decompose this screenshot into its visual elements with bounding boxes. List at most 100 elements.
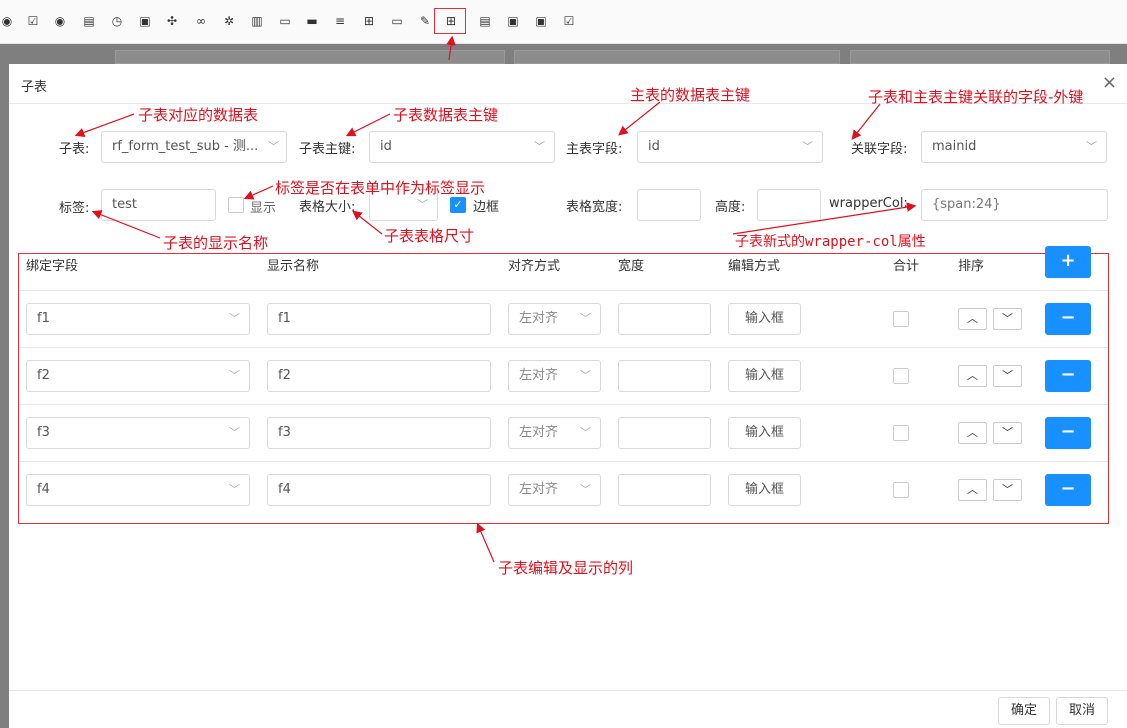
th-width: 宽度 bbox=[618, 259, 645, 274]
display-name-input[interactable]: f1 bbox=[267, 303, 491, 335]
move-down-button[interactable]: ﹀ bbox=[993, 422, 1022, 444]
designer-toolbar: ◉ ☑ ◉ ▤ ◷ ▣ ✣ ∞ ✲ ▥ ▭ ▬ ≡ ⊞ ▭ ✎ ⊞ ▤ ▣ ▣ … bbox=[0, 0, 1127, 44]
ok-button[interactable]: 确定 bbox=[998, 697, 1050, 725]
link-field-value: mainid bbox=[932, 139, 977, 154]
tree-icon[interactable]: ✣ bbox=[165, 14, 179, 28]
sum-checkbox[interactable] bbox=[893, 311, 909, 327]
edit-mode-button[interactable]: 输入框 bbox=[728, 474, 801, 506]
bind-field-value: f1 bbox=[37, 311, 50, 326]
link-icon[interactable]: ∞ bbox=[194, 14, 208, 28]
annotation-main-pk: 主表的数据表主键 bbox=[630, 86, 751, 104]
add-row-button[interactable]: + bbox=[1045, 246, 1091, 278]
th-display-name: 显示名称 bbox=[267, 259, 320, 274]
move-up-button[interactable]: ︿ bbox=[958, 422, 987, 444]
width-cell-input[interactable] bbox=[618, 417, 711, 449]
remove-row-button[interactable]: − bbox=[1045, 417, 1091, 449]
link-field-select[interactable]: mainid ﹀ bbox=[921, 131, 1107, 163]
grid-icon[interactable]: ⊞ bbox=[362, 14, 376, 28]
move-down-button[interactable]: ﹀ bbox=[993, 308, 1022, 330]
align-value: 左对齐 bbox=[519, 425, 559, 440]
align-select[interactable]: 左对齐 ﹀ bbox=[508, 417, 601, 449]
edit-mode-button[interactable]: 输入框 bbox=[728, 360, 801, 392]
pencil-icon[interactable]: ✎ bbox=[418, 14, 432, 28]
height-input[interactable] bbox=[757, 189, 821, 221]
cancel-button[interactable]: 取消 bbox=[1056, 697, 1108, 725]
width-cell-input[interactable] bbox=[618, 360, 711, 392]
height-label: 高度: bbox=[715, 200, 746, 215]
th-sum: 合计 bbox=[893, 259, 920, 274]
bind-field-select[interactable]: f3 ﹀ bbox=[26, 417, 250, 449]
modal-title: 子表 bbox=[21, 80, 48, 95]
doc-icon[interactable]: ▥ bbox=[250, 14, 264, 28]
window-icon[interactable]: ▭ bbox=[390, 14, 404, 28]
wrapper-label: wrapperCol: bbox=[829, 196, 908, 211]
annotation-show-label: 标签是否在表单中作为标签显示 bbox=[275, 179, 486, 197]
move-up-button[interactable]: ︿ bbox=[958, 365, 987, 387]
edit-mode-button[interactable]: 输入框 bbox=[728, 303, 801, 335]
radio-group-icon[interactable]: ◉ bbox=[53, 14, 67, 28]
move-down-button[interactable]: ﹀ bbox=[993, 479, 1022, 501]
calendar-icon[interactable]: ▣ bbox=[138, 14, 152, 28]
chevron-down-icon: ﹀ bbox=[802, 140, 813, 153]
edit-mode-button[interactable]: 输入框 bbox=[728, 417, 801, 449]
sub-pk-select[interactable]: id ﹀ bbox=[369, 131, 555, 163]
button-icon[interactable]: ▬ bbox=[305, 14, 319, 28]
tag-input[interactable]: test bbox=[101, 189, 216, 221]
radio-icon[interactable]: ◉ bbox=[0, 14, 14, 28]
link-field-label: 关联字段: bbox=[851, 142, 908, 157]
bind-field-select[interactable]: f4 ﹀ bbox=[26, 474, 250, 506]
display-name-input[interactable]: f2 bbox=[267, 360, 491, 392]
sub-pk-value: id bbox=[380, 139, 392, 154]
row-divider bbox=[19, 404, 1108, 405]
bind-field-select[interactable]: f2 ﹀ bbox=[26, 360, 250, 392]
search-doc-icon[interactable]: ▤ bbox=[478, 14, 492, 28]
display-name-input[interactable]: f4 bbox=[267, 474, 491, 506]
close-icon[interactable]: × bbox=[1102, 72, 1117, 93]
chevron-down-icon: ﹀ bbox=[268, 140, 279, 153]
main-field-select[interactable]: id ﹀ bbox=[637, 131, 823, 163]
width-cell-input[interactable] bbox=[618, 303, 711, 335]
checkbox-icon[interactable]: ☑ bbox=[26, 14, 40, 28]
align-select[interactable]: 左对齐 ﹀ bbox=[508, 303, 601, 335]
annotation-sub-pk: 子表数据表主键 bbox=[393, 106, 499, 124]
remove-row-button[interactable]: − bbox=[1045, 303, 1091, 335]
textarea-icon[interactable]: ▤ bbox=[82, 14, 96, 28]
chevron-down-icon: ﹀ bbox=[580, 426, 591, 439]
chevron-down-icon: ﹀ bbox=[229, 312, 240, 325]
sum-checkbox[interactable] bbox=[893, 482, 909, 498]
subtable-select[interactable]: rf_form_test_sub - 测... ﹀ bbox=[101, 131, 287, 163]
wrapper-input[interactable]: {span:24} bbox=[921, 189, 1108, 221]
list-icon[interactable]: ≡ bbox=[333, 14, 347, 28]
bind-field-select[interactable]: f1 ﹀ bbox=[26, 303, 250, 335]
display-name-input[interactable]: f3 bbox=[267, 417, 491, 449]
align-select[interactable]: 左对齐 ﹀ bbox=[508, 474, 601, 506]
remove-row-button[interactable]: − bbox=[1045, 474, 1091, 506]
show-label-checkbox[interactable] bbox=[228, 197, 244, 213]
border-checkbox[interactable]: ✓ bbox=[450, 197, 466, 213]
save-as-icon[interactable]: ▣ bbox=[534, 14, 548, 28]
sub-pk-label: 子表主键: bbox=[299, 142, 356, 157]
gear-icon[interactable]: ✲ bbox=[222, 14, 236, 28]
table-icon-highlight bbox=[434, 8, 466, 34]
save-icon[interactable]: ▣ bbox=[506, 14, 520, 28]
sum-checkbox[interactable] bbox=[893, 368, 909, 384]
sum-checkbox[interactable] bbox=[893, 425, 909, 441]
width-input[interactable] bbox=[637, 189, 701, 221]
size-label: 表格大小: bbox=[299, 200, 356, 215]
annotation-wrapper-col: 子表新式的wrapper-col属性 bbox=[735, 234, 926, 250]
chevron-down-icon: ﹀ bbox=[229, 369, 240, 382]
bg-strip bbox=[850, 50, 1110, 64]
check-doc-icon[interactable]: ☑ bbox=[562, 14, 576, 28]
chevron-down-icon: ﹀ bbox=[580, 312, 591, 325]
align-value: 左对齐 bbox=[519, 482, 559, 497]
clock-icon[interactable]: ◷ bbox=[110, 14, 124, 28]
chevron-down-icon: ﹀ bbox=[229, 483, 240, 496]
align-value: 左对齐 bbox=[519, 311, 559, 326]
move-up-button[interactable]: ︿ bbox=[958, 308, 987, 330]
remove-row-button[interactable]: − bbox=[1045, 360, 1091, 392]
label-icon[interactable]: ▭ bbox=[278, 14, 292, 28]
move-down-button[interactable]: ﹀ bbox=[993, 365, 1022, 387]
width-cell-input[interactable] bbox=[618, 474, 711, 506]
move-up-button[interactable]: ︿ bbox=[958, 479, 987, 501]
align-select[interactable]: 左对齐 ﹀ bbox=[508, 360, 601, 392]
